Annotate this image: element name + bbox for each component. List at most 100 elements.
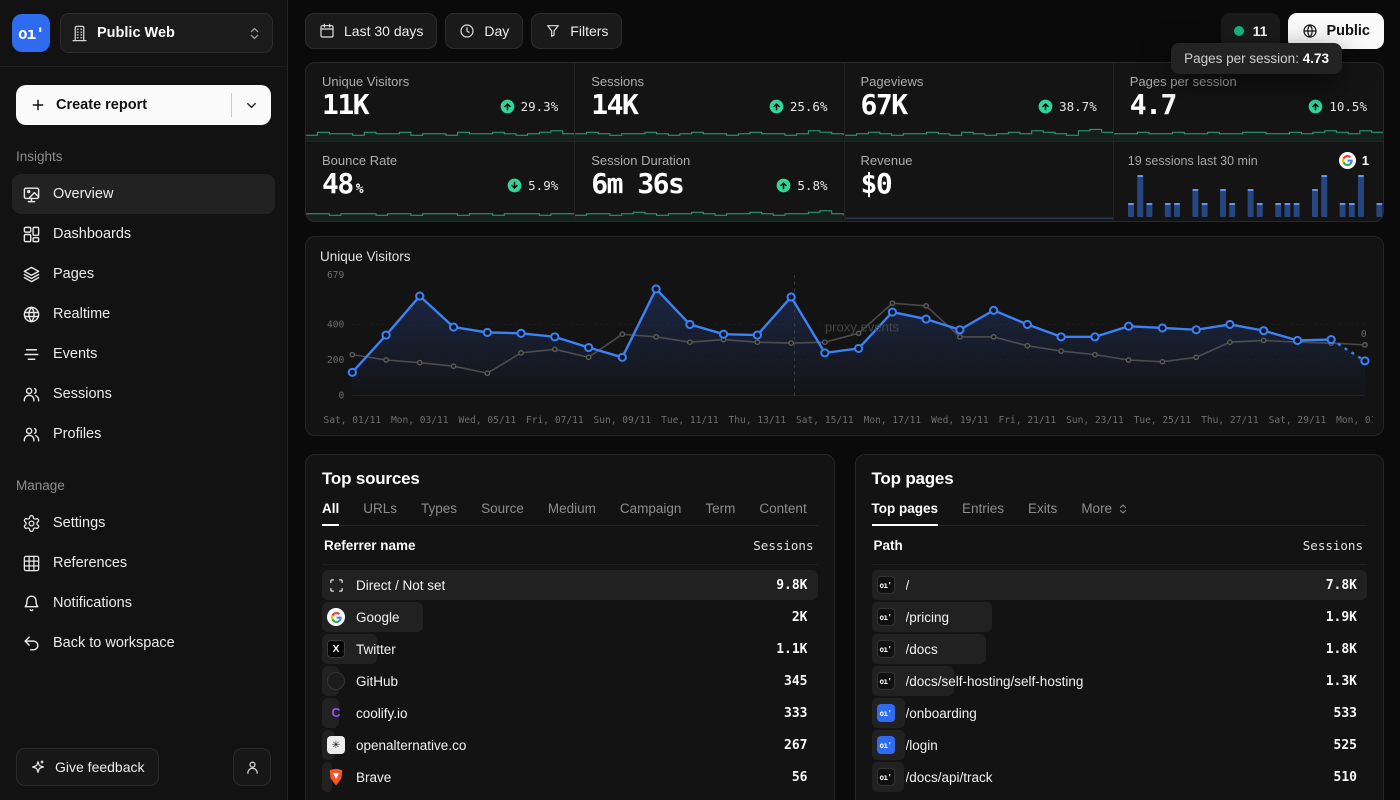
source-row[interactable]: Direct / Not set9.8K	[322, 569, 818, 601]
row-name: GitHub	[356, 674, 784, 689]
sidebar-item-notifications[interactable]: Notifications	[12, 583, 275, 623]
create-report-menu-button[interactable]	[232, 98, 271, 113]
change-value: 5.8%	[797, 178, 827, 193]
sidebar-item-back-to-workspace[interactable]: Back to workspace	[12, 623, 275, 663]
create-report-button[interactable]: Create report	[16, 85, 271, 125]
sidebar-item-profiles[interactable]: Profiles	[12, 414, 275, 454]
funnel-icon	[545, 23, 561, 39]
tab-label: Top pages	[872, 501, 939, 516]
stat-label: Revenue	[861, 153, 1097, 168]
stat-label: Sessions	[591, 74, 827, 89]
openpanel-favicon: oı'	[877, 672, 895, 690]
tab-label: Content	[759, 501, 806, 516]
live-sessions-card[interactable]: 19 sessions last 30 min 1	[1114, 142, 1383, 221]
coolify-favicon: C	[327, 704, 345, 722]
tooltip-value: 4.73	[1303, 51, 1329, 66]
pages-tab-entries[interactable]: Entries	[962, 501, 1004, 526]
sources-tab-campaign[interactable]: Campaign	[620, 501, 682, 526]
sources-tab-content[interactable]: Content	[759, 501, 806, 526]
source-row[interactable]: XTwitter1.1K	[322, 633, 818, 665]
live-indicator-dot	[1234, 26, 1244, 36]
back-icon	[22, 634, 41, 653]
stat-card-pageviews[interactable]: Pageviews67K38.7%	[845, 63, 1114, 142]
openpanel-logo[interactable]: oı'	[12, 14, 50, 52]
pages-tab-exits[interactable]: Exits	[1028, 501, 1057, 526]
stat-card-pages-per-session[interactable]: Pages per session4.710.5%	[1114, 63, 1383, 142]
create-report-label: Create report	[56, 97, 147, 113]
source-row[interactable]: GitHub345	[322, 665, 818, 697]
tab-label: Term	[705, 501, 735, 516]
trend-down-icon	[507, 178, 522, 193]
page-row[interactable]: oı'/docs/self-hosting/self-hosting1.3K	[872, 665, 1368, 697]
sidebar-item-label: Sessions	[53, 386, 112, 402]
stat-card-session-duration[interactable]: Session Duration6m 36s5.8%	[575, 142, 844, 221]
stat-card-bounce-rate[interactable]: Bounce Rate48%5.9%	[306, 142, 575, 221]
page-row[interactable]: oı'/login525	[872, 729, 1368, 761]
interval-button[interactable]: Day	[445, 13, 523, 49]
sidebar-item-overview[interactable]: Overview	[12, 174, 275, 214]
row-name: /login	[906, 738, 1334, 753]
profile-button[interactable]	[233, 748, 271, 786]
svg-text:Fri, 07/11: Fri, 07/11	[526, 415, 584, 426]
sidebar-item-label: Back to workspace	[53, 635, 175, 651]
workspace-row: oı' Public Web	[0, 0, 287, 67]
overview-icon	[22, 185, 41, 204]
pages-tab-top-pages[interactable]: Top pages	[872, 501, 939, 526]
sidebar-item-events[interactable]: Events	[12, 334, 275, 374]
brave-favicon	[329, 769, 344, 786]
stat-sparkline	[306, 203, 574, 221]
give-feedback-button[interactable]: Give feedback	[16, 748, 159, 786]
row-name: /docs/self-hosting/self-hosting	[906, 674, 1326, 689]
sources-tab-all[interactable]: All	[322, 501, 339, 526]
stat-card-sessions[interactable]: Sessions14K25.6%	[575, 63, 844, 142]
sidebar-item-sessions[interactable]: Sessions	[12, 374, 275, 414]
page-row[interactable]: oı'/pricing1.9K	[872, 601, 1368, 633]
google-referrer-icon	[1339, 152, 1356, 169]
page-row[interactable]: oı'/onboarding533	[872, 697, 1368, 729]
sidebar-item-references[interactable]: References	[12, 543, 275, 583]
change-value: 5.9%	[528, 178, 558, 193]
svg-text:Tue, 25/11: Tue, 25/11	[1134, 415, 1192, 426]
chevrons-up-down-icon	[247, 26, 262, 41]
source-row[interactable]: Google2K	[322, 601, 818, 633]
unique-visitors-chart[interactable]: 6794002000proxy events0Sat, 01/11Mon, 03…	[316, 269, 1373, 431]
stat-unit: %	[356, 182, 364, 197]
sidebar-item-pages[interactable]: Pages	[12, 254, 275, 294]
date-range-button[interactable]: Last 30 days	[305, 13, 437, 49]
sources-tab-source[interactable]: Source	[481, 501, 524, 526]
change-badge: 38.7%	[1038, 99, 1097, 114]
date-range-label: Last 30 days	[344, 23, 423, 39]
filters-button[interactable]: Filters	[531, 13, 622, 49]
sidebar-item-settings[interactable]: Settings	[12, 503, 275, 543]
stat-card-unique-visitors[interactable]: Unique Visitors11K29.3%	[306, 63, 575, 142]
page-row[interactable]: oı'/docs1.8K	[872, 633, 1368, 665]
stat-card-revenue[interactable]: Revenue$0	[845, 142, 1114, 221]
change-badge: 10.5%	[1308, 99, 1367, 114]
sources-tab-types[interactable]: Types	[421, 501, 457, 526]
row-name: Brave	[356, 770, 792, 785]
workspace-selector[interactable]: Public Web	[60, 13, 273, 53]
sources-tab-term[interactable]: Term	[705, 501, 735, 526]
pages-tab-more[interactable]: More	[1081, 501, 1129, 526]
change-value: 38.7%	[1059, 99, 1097, 114]
change-badge: 5.8%	[776, 178, 827, 193]
sidebar-item-realtime[interactable]: Realtime	[12, 294, 275, 334]
public-label: Public	[1326, 23, 1370, 39]
stat-label: Session Duration	[591, 153, 827, 168]
source-row[interactable]: Ccoolify.io333	[322, 697, 818, 729]
sparkles-icon	[30, 759, 46, 775]
change-value: 29.3%	[521, 99, 559, 114]
source-row[interactable]: Brave56	[322, 761, 818, 793]
top-pages-title: Top pages	[872, 469, 1368, 489]
sources-tab-urls[interactable]: URLs	[363, 501, 397, 526]
sidebar-item-dashboards[interactable]: Dashboards	[12, 214, 275, 254]
sources-tab-medium[interactable]: Medium	[548, 501, 596, 526]
page-row[interactable]: oı'/7.8K	[872, 569, 1368, 601]
sessions-column-header: Sessions	[1303, 538, 1363, 553]
row-name: /	[906, 578, 1326, 593]
top-sources-title: Top sources	[322, 469, 818, 489]
source-row[interactable]: ✳openalternative.co267	[322, 729, 818, 761]
give-feedback-label: Give feedback	[55, 759, 145, 775]
page-row[interactable]: oı'/docs/api/track510	[872, 761, 1368, 793]
google-referrer-count: 1	[1362, 153, 1369, 168]
